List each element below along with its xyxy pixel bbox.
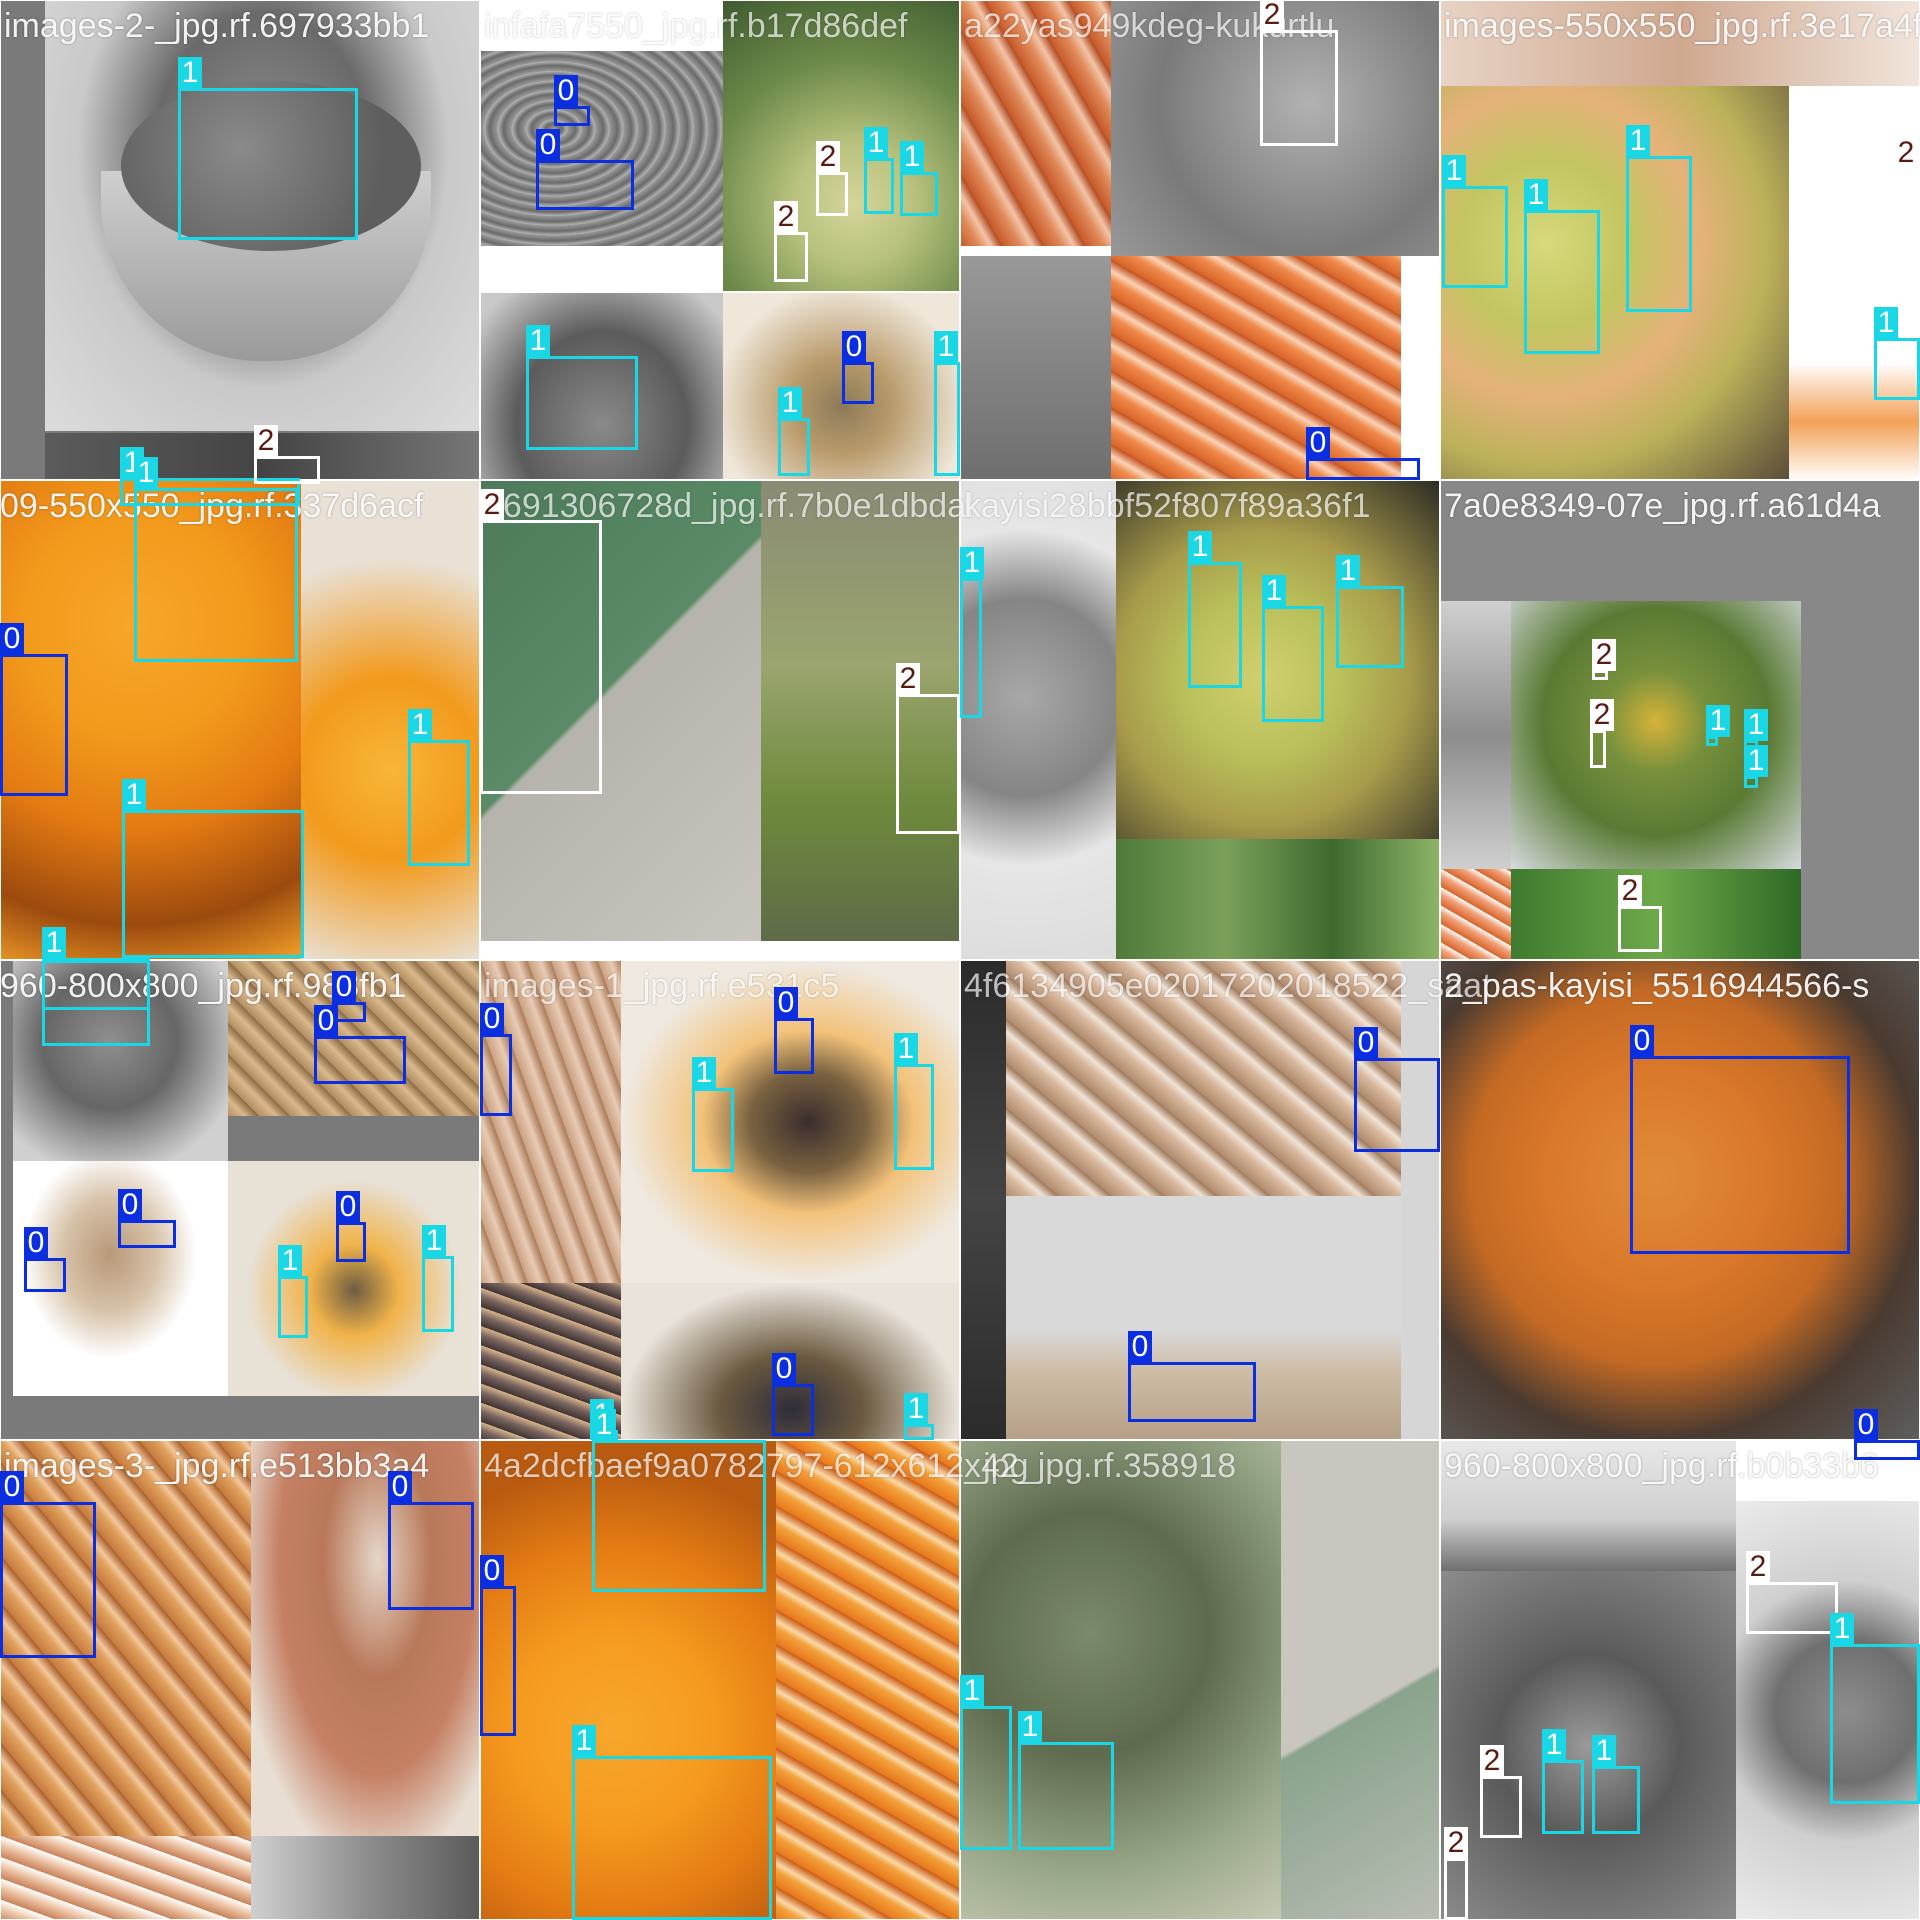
- photo-strip-gray: [251, 1836, 479, 1919]
- photo-halved-apricots: [1, 481, 301, 959]
- photo-sack-dried-fruit: [723, 293, 959, 479]
- photo-dark-strip: [961, 961, 1006, 1439]
- tile-title: 4f6134905e02017202018522_saat: [964, 967, 1492, 1005]
- photo-kernels-bowl-dark: [1441, 961, 1919, 1439]
- photo-strip-kernels: [1, 1836, 251, 1919]
- photo-almond-kernels-pile: [1, 1441, 251, 1836]
- photo-sack-dried-mix: [621, 961, 959, 1283]
- photo-sack-repeat: [621, 1283, 959, 1439]
- photo-green-apricots-hand: [1441, 86, 1789, 479]
- tile-2: [480, 0, 960, 480]
- tile-title: 4a2dcfbaef9a0782797-612x612_jpg: [484, 1447, 1029, 1485]
- tile-title: 2691306728d_jpg.rf.7b0e1dbdal: [484, 487, 974, 525]
- tile-title: images-1_jpg.rf.e531c5: [484, 967, 840, 1005]
- tile-6: [480, 480, 960, 960]
- photo-gray-branch: [961, 256, 1111, 479]
- mosaic-grid: images-2-_jpg.rf.697933bb1 infafa7550_jp…: [0, 0, 1920, 1920]
- photo-green-apricots-hands: [1116, 481, 1439, 839]
- photo-leaves-bottom: [1511, 869, 1801, 959]
- tile-title: x42_jpg.rf.358918: [964, 1447, 1237, 1485]
- photo-green-leaves: [1116, 839, 1439, 959]
- tile-4: [1440, 0, 1920, 480]
- tile-13: [0, 1440, 480, 1920]
- photo-kernels-gray-bg: [1006, 1196, 1401, 1439]
- tile-15: [960, 1440, 1440, 1920]
- photo-kernels-bowl-orange: [776, 1441, 959, 1919]
- photo-gray-apricot: [1736, 1501, 1919, 1919]
- tile-14: [480, 1440, 960, 1920]
- tile-8: [1440, 480, 1920, 960]
- photo-apricot-pile: [121, 81, 421, 251]
- photo-apricot-tree: [1511, 601, 1801, 869]
- tile-title: images-3-_jpg.rf.e513bb3a4: [4, 1447, 430, 1485]
- photo-branch-green: [961, 1441, 1281, 1919]
- photo-almonds-spoon: [1111, 256, 1401, 479]
- tile-12: [1440, 960, 1920, 1440]
- tile-title: 7a0e8349-07e_jpg.rf.a61d4a: [1444, 487, 1881, 525]
- photo-kernels-small: [1441, 869, 1511, 959]
- photo-halved-apricots-2: [481, 1441, 776, 1919]
- tile-title: a22yas949kdeg-kukurtlu: [964, 7, 1335, 45]
- tile-5: [0, 480, 480, 960]
- tile-title: 09-550x550_jpg.rf.337d6acf: [0, 487, 424, 525]
- tile-title: kayisi28bbf52f807f89a36f1: [964, 487, 1371, 525]
- tile-title: infafa7550_jpg.rf.b17d86def: [484, 7, 908, 45]
- tile-10: [480, 960, 960, 1440]
- photo-sack-small: [228, 1161, 479, 1396]
- tile-1: [0, 0, 480, 480]
- photo-leaf-felt-2: [1281, 1441, 1439, 1919]
- tile-title: images-550x550_jpg.rf.3e17a4f4fc: [1444, 7, 1920, 45]
- tile-title: 960-800x800_jpg.rf.983fb1: [0, 967, 407, 1005]
- photo-gray-strip: [1441, 601, 1511, 869]
- photo-apricots-table: [301, 481, 479, 959]
- photo-dried-apricots-small: [481, 293, 723, 479]
- photo-gray-apricot-halves: [961, 481, 1116, 959]
- tile-title: 2_pas-kayisi_5516944566-s: [1444, 967, 1870, 1005]
- photo-leaf-on-felt: [481, 481, 761, 941]
- tile-7: [960, 480, 1440, 960]
- photo-almonds-plate: [481, 961, 621, 1283]
- photo-seeds-gray: [481, 51, 723, 246]
- photo-grass-branch: [761, 481, 959, 941]
- photo-apricot-white: [1789, 86, 1919, 479]
- tile-title: 960-800x800_jpg.rf.b0b33b6: [1444, 1447, 1879, 1485]
- tile-11: [960, 960, 1440, 1440]
- tile-16: [1440, 1440, 1920, 1920]
- tile-3: [960, 0, 1440, 480]
- photo-gray-tree: [1441, 1571, 1736, 1919]
- tile-title: images-2-_jpg.rf.697933bb1: [4, 7, 430, 45]
- tile-9: [0, 960, 480, 1440]
- photo-fabric-nuts: [481, 1283, 621, 1439]
- photo-almonds-spoon-2: [251, 1441, 479, 1836]
- photo-pistachios-white: [13, 1161, 228, 1396]
- photo-strip-bottom: [45, 433, 479, 479]
